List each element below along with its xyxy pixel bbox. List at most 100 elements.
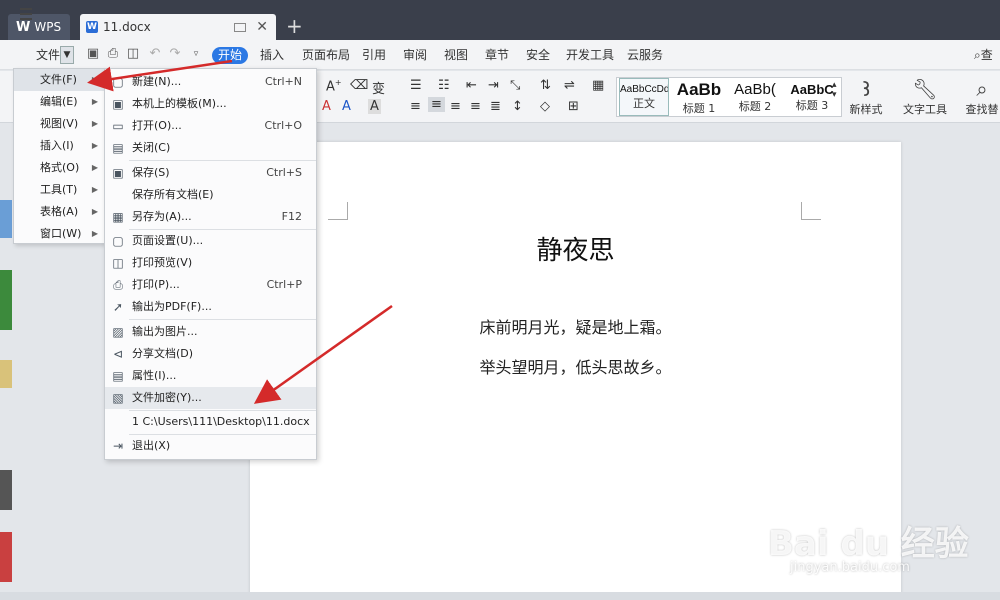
char-spacing-icon[interactable]: ⇌ (564, 78, 575, 93)
save-quick-icon[interactable]: ▣ (86, 47, 100, 61)
menu-item-insert[interactable]: 插入(I) ▶ (14, 135, 104, 157)
char-shading-icon[interactable]: A (368, 99, 381, 114)
window-icon[interactable] (234, 22, 247, 32)
tab-wps-home[interactable]: W WPS (8, 14, 70, 40)
align-right-icon[interactable]: ≡ (450, 99, 461, 114)
submenu-item-open[interactable]: ▭ 打开(O)... Ctrl+O (105, 115, 316, 137)
file-dropdown-arrow-icon[interactable]: ▼ (60, 46, 74, 64)
eraser-icon[interactable]: ⌫ (350, 78, 368, 93)
menu-item-format[interactable]: 格式(O) ▶ (14, 157, 104, 179)
close-tab-icon[interactable]: ✕ (256, 19, 268, 35)
find-replace-button[interactable]: ⌕ 查找替 (964, 77, 1000, 117)
title-bar: W WPS W 11.docx ✕ + (0, 0, 1000, 40)
undo-icon[interactable]: ↶ (148, 47, 162, 61)
submenu-item-properties[interactable]: ▤ 属性(I)... (105, 365, 316, 387)
tab-page-layout[interactable]: 页面布局 (302, 40, 350, 70)
font-grow-icon[interactable]: A+ (326, 78, 342, 94)
submenu-item-label: 页面设置(U)... (132, 234, 204, 247)
tab-insert[interactable]: 插入 (260, 40, 284, 70)
indent-icon[interactable]: ⇥ (488, 78, 499, 93)
submenu-item-templates[interactable]: ▣ 本机上的模板(M)... (105, 93, 316, 115)
text-color-icon[interactable]: A (342, 99, 351, 114)
chevron-right-icon: ▶ (91, 141, 98, 150)
print-quick-icon[interactable]: ⎙ (106, 47, 120, 61)
desktop-strip (0, 200, 12, 238)
submenu-item-share[interactable]: ⊲ 分享文档(D) (105, 343, 316, 365)
customize-toolbar-icon[interactable]: ▿ (189, 47, 203, 61)
submenu-item-new[interactable]: ▢ 新建(N)... Ctrl+N (105, 71, 316, 93)
submenu-item-save-as[interactable]: ▦ 另存为(A)... F12 (105, 206, 316, 228)
baidu-watermark-url: jingyan.baidu.com (790, 560, 910, 575)
frame-icon[interactable]: ▦ (592, 78, 604, 93)
menu-item-edit[interactable]: 编辑(E) ▶ (14, 91, 104, 113)
submenu-item-save[interactable]: ▣ 保存(S) Ctrl+S (105, 162, 316, 184)
distribute-icon[interactable]: ≣ (490, 99, 501, 114)
submenu-item-export-image[interactable]: ▨ 输出为图片... (105, 321, 316, 343)
tab-developer[interactable]: 开发工具 (566, 40, 614, 70)
tab-sections[interactable]: 章节 (485, 40, 509, 70)
tab-security[interactable]: 安全 (526, 40, 550, 70)
style-heading-2[interactable]: AaBb( 标题 2 (727, 78, 783, 116)
submenu-item-save-all[interactable]: 保存所有文档(E) (105, 184, 316, 206)
submenu-item-exit[interactable]: ⇥ 退出(X) (105, 435, 316, 457)
text-direction-icon[interactable]: ⤡ (510, 78, 520, 93)
encrypt-icon: ▧ (112, 391, 124, 405)
align-left-icon[interactable]: ≡ (410, 99, 421, 114)
submenu-item-label: 打印预览(V) (132, 256, 193, 269)
sort-icon[interactable]: ⇅ (540, 78, 551, 93)
tab-start[interactable]: 开始 (212, 47, 248, 64)
shading-icon[interactable]: ◇ (540, 99, 550, 114)
menu-item-table[interactable]: 表格(A) ▶ (14, 201, 104, 223)
tab-review[interactable]: 审阅 (403, 40, 427, 70)
justify-icon[interactable]: ≡ (470, 99, 481, 114)
new-style-label: 新样式 (849, 103, 883, 116)
margin-mark (801, 202, 821, 220)
share-icon: ⊲ (112, 347, 124, 361)
submenu-item-label: 退出(X) (132, 439, 171, 452)
text-tools-button[interactable]: 🔧︎ 文字工具 (900, 77, 950, 117)
outdent-icon[interactable]: ⇤ (466, 78, 477, 93)
print-preview-quick-icon[interactable]: ◫ (126, 47, 140, 61)
submenu-item-label: 属性(I)... (132, 369, 177, 382)
tab-view[interactable]: 视图 (444, 40, 468, 70)
tab-document[interactable]: W 11.docx ✕ (80, 14, 276, 40)
submenu-item-label: 本机上的模板(M)... (132, 97, 227, 110)
print-icon: ⎙ (113, 278, 123, 292)
tab-wps-label: WPS (34, 20, 62, 34)
style-normal[interactable]: AaBbCcDd 正文 (619, 78, 669, 116)
submenu-item-export-pdf[interactable]: ➚ 输出为PDF(F)... (105, 296, 316, 318)
bullet-list-icon[interactable]: ☰ (410, 78, 422, 93)
new-tab-button[interactable]: + (286, 14, 303, 38)
menu-item-tools[interactable]: 工具(T) ▶ (14, 179, 104, 201)
style-normal-label: 正文 (633, 97, 655, 110)
submenu-item-recent-file[interactable]: 1 C:\Users\111\Desktop\11.docx (105, 411, 316, 433)
document-title: 静夜思 (536, 236, 615, 266)
desktop-strip (0, 360, 12, 388)
file-menu-button[interactable]: 文件 (36, 40, 60, 70)
style-heading-1[interactable]: AaBb 标题 1 (671, 78, 727, 116)
chevron-right-icon: ▶ (91, 75, 98, 84)
hamburger-menu-icon[interactable] (20, 8, 32, 20)
submenu-item-page-setup[interactable]: ▢ 页面设置(U)... (105, 230, 316, 252)
submenu-item-encrypt[interactable]: ▧ 文件加密(Y)... (105, 387, 316, 409)
tab-cloud[interactable]: 云服务 (627, 40, 663, 70)
align-center-icon[interactable]: ≡ (428, 97, 445, 112)
new-style-button[interactable]: Ꜣ 新样式 (846, 77, 886, 117)
menu-item-file[interactable]: 文件(F) ▶ (14, 69, 104, 91)
search-tab[interactable]: ⌕查找 (974, 40, 1000, 92)
redo-icon[interactable]: ↷ (168, 47, 182, 61)
number-list-icon[interactable]: ☷ (438, 78, 450, 93)
submenu-shortcut: Ctrl+O (264, 119, 302, 132)
line-spacing-icon[interactable]: ↕ (512, 99, 523, 114)
borders-icon[interactable]: ⊞ (568, 99, 579, 114)
phonetic-icon[interactable]: 变 (372, 78, 385, 97)
styles-scroll-icon[interactable]: ▴ ▾ (832, 80, 837, 100)
submenu-item-label: 新建(N)... (132, 75, 182, 88)
menu-item-window[interactable]: 窗口(W) ▶ (14, 223, 104, 245)
tab-references[interactable]: 引用 (362, 40, 386, 70)
menu-item-view[interactable]: 视图(V) ▶ (14, 113, 104, 135)
submenu-item-close[interactable]: ▤ 关闭(C) (105, 137, 316, 159)
font-color-icon[interactable]: A (322, 99, 331, 114)
submenu-item-print-preview[interactable]: ◫ 打印预览(V) (105, 252, 316, 274)
submenu-item-print[interactable]: ⎙ 打印(P)... Ctrl+P (105, 274, 316, 296)
